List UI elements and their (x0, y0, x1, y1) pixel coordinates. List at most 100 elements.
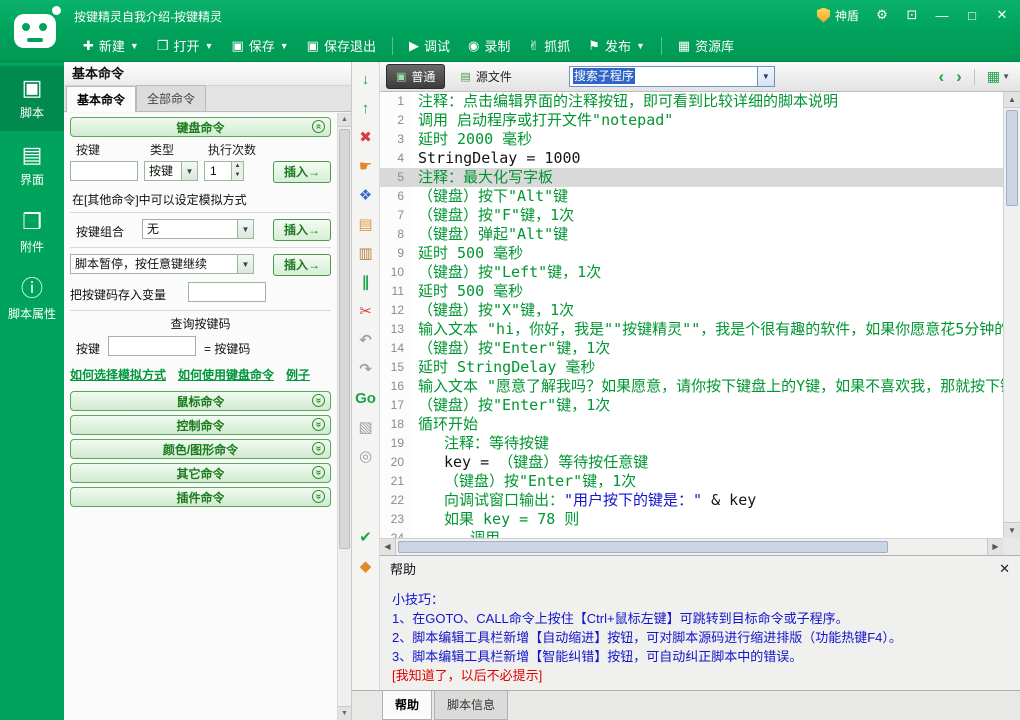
panel-scrollbar[interactable]: ▲ ▼ (337, 113, 351, 720)
code-line[interactable]: 11延时 500 毫秒 (380, 282, 1003, 301)
chevron-down-icon[interactable]: ▼ (757, 67, 774, 86)
help-dismiss-link[interactable]: [我知道了，以后不必提示] (392, 666, 1020, 685)
cut-icon[interactable]: ✂ (359, 302, 372, 322)
store-variable-input[interactable] (188, 282, 266, 302)
dropdown-caret-icon[interactable]: ▼ (205, 41, 214, 51)
maximize-button[interactable]: □ (962, 8, 982, 23)
toolbar-publish-button[interactable]: ⚑发布▼ (579, 32, 654, 59)
code-line[interactable]: 8（键盘）弹起"Alt"键 (380, 225, 1003, 244)
code-line[interactable]: 21（键盘）按"Enter"键，1次 (380, 472, 1003, 491)
spin-up-icon[interactable]: ▲ (232, 162, 243, 171)
panel-tab[interactable]: 基本命令 (66, 86, 136, 112)
scroll-thumb[interactable] (1006, 110, 1018, 206)
code-line[interactable]: 9延时 500 毫秒 (380, 244, 1003, 263)
expand-icon[interactable]: « (312, 418, 325, 431)
redo-icon[interactable]: ↷ (359, 360, 372, 380)
toolbar-library-button[interactable]: ▦资源库 (669, 32, 743, 59)
toolbar-debug-button[interactable]: ▶调试 (400, 32, 459, 59)
sidebar-item-script[interactable]: ▣脚本 (0, 66, 64, 131)
code-line[interactable]: 20key = （键盘）等待按任意键 (380, 453, 1003, 472)
comment-icon[interactable]: ∥ (362, 273, 370, 293)
scroll-down-icon[interactable]: ▼ (1004, 522, 1020, 538)
key-input[interactable] (70, 161, 138, 181)
panel-tab[interactable]: 全部命令 (136, 85, 206, 111)
code-line[interactable]: 1注释：点击编辑界面的注释按钮，即可看到比较详细的脚本说明 (380, 92, 1003, 111)
shield-badge[interactable]: 神盾 (817, 7, 859, 24)
code-line[interactable]: 4StringDelay = 1000 (380, 149, 1003, 168)
sidebar-item-interface[interactable]: ▤界面 (0, 133, 64, 198)
insert-combo-button[interactable]: 插入→ (273, 219, 331, 241)
section-header[interactable]: 控制命令« (70, 415, 331, 435)
paste-icon[interactable]: ▥ (358, 244, 372, 264)
spin-down-icon[interactable]: ▼ (232, 171, 243, 180)
search-value[interactable]: 搜索子程序 (573, 68, 635, 84)
dropdown-caret-icon[interactable]: ▼ (280, 41, 289, 51)
toolbar-save-button[interactable]: ▣保存▼ (222, 32, 297, 59)
move-down-icon[interactable]: ↓ (362, 70, 370, 90)
scroll-down-icon[interactable]: ▼ (338, 706, 351, 720)
section-header[interactable]: 鼠标命令« (70, 391, 331, 411)
code-line[interactable]: 5注释：最大化写字板 (380, 168, 1003, 187)
view-tab-source[interactable]: ▤源文件 (450, 64, 521, 89)
toolbar-capture-button[interactable]: ✌抓抓 (519, 32, 579, 59)
code-line[interactable]: 14（键盘）按"Enter"键，1次 (380, 339, 1003, 358)
insert-pause-button[interactable]: 插入→ (273, 254, 331, 276)
pause-select[interactable]: 脚本暂停，按任意键继续▼ (70, 254, 254, 274)
next-subroutine-icon[interactable]: › (956, 68, 962, 85)
scroll-up-icon[interactable]: ▲ (1004, 92, 1020, 108)
code-line[interactable]: 6（键盘）按下"Alt"键 (380, 187, 1003, 206)
toolbar-record-button[interactable]: ◉录制 (459, 32, 519, 59)
code-line[interactable]: 18循环开始 (380, 415, 1003, 434)
scroll-thumb[interactable] (339, 129, 350, 549)
expand-icon[interactable]: « (312, 466, 325, 479)
tips-icon[interactable]: ◆ (360, 557, 372, 577)
copy-icon[interactable]: ▤ (358, 215, 372, 235)
expand-icon[interactable]: « (312, 394, 325, 407)
horizontal-scrollbar[interactable]: ◀ ▶ (380, 538, 1003, 555)
bottom-tab-script-info[interactable]: 脚本信息 (434, 691, 508, 720)
code-line[interactable]: 19注释：等待按键 (380, 434, 1003, 453)
type-select[interactable]: 按键▼ (144, 161, 198, 181)
section-header-keyboard[interactable]: 键盘命令 « (70, 117, 331, 137)
help-link[interactable]: 例子 (286, 366, 310, 383)
section-header[interactable]: 其它命令« (70, 463, 331, 483)
close-icon[interactable]: ✕ (999, 561, 1010, 577)
pause-hand-icon[interactable]: ☛ (359, 157, 372, 177)
help-link[interactable]: 如何使用键盘命令 (178, 366, 274, 383)
count-stepper[interactable]: 1 ▲▼ (204, 161, 244, 181)
layout-grid-button[interactable]: ▦ ▼ (987, 68, 1010, 85)
subroutine-search-combobox[interactable]: 搜索子程序 ▼ (569, 66, 775, 87)
embed-window-icon[interactable]: ⊡ (902, 7, 922, 23)
code-line[interactable]: 12（键盘）按"X"键，1次 (380, 301, 1003, 320)
code-editor[interactable]: 1注释：点击编辑界面的注释按钮，即可看到比较详细的脚本说明2调用 启动程序或打开… (380, 92, 1003, 538)
combo-select[interactable]: 无▼ (142, 219, 254, 239)
collapse-icon[interactable]: « (312, 120, 325, 133)
bottom-tab-help[interactable]: 帮助 (382, 691, 432, 720)
scroll-right-icon[interactable]: ▶ (987, 539, 1003, 555)
code-line[interactable]: 2调用 启动程序或打开文件"notepad" (380, 111, 1003, 130)
marker-icon[interactable]: ❖ (359, 186, 372, 206)
toolbar-open-button[interactable]: ❒打开▼ (148, 32, 223, 59)
code-line[interactable]: 16输入文本 "愿意了解我吗？如果愿意，请你按下键盘上的Y键，如果不喜欢我，那就… (380, 377, 1003, 396)
view-tab-normal[interactable]: ▣普通 (386, 64, 445, 89)
find-icon[interactable]: ◎ (359, 447, 372, 467)
code-line[interactable]: 10（键盘）按"Left"键，1次 (380, 263, 1003, 282)
dropdown-caret-icon[interactable]: ▼ (130, 41, 139, 51)
code-line[interactable]: 7（键盘）按"F"键，1次 (380, 206, 1003, 225)
goto-icon[interactable]: Go (355, 389, 376, 409)
scroll-left-icon[interactable]: ◀ (380, 539, 396, 555)
toolbar-new-button[interactable]: ✚新建▼ (74, 32, 148, 59)
toolbar-save-exit-button[interactable]: ▣保存退出 (298, 32, 385, 59)
delete-line-icon[interactable]: ✖ (359, 128, 372, 148)
code-line[interactable]: 24调用 (380, 529, 1003, 538)
close-button[interactable]: ✕ (992, 7, 1012, 23)
expand-icon[interactable]: « (312, 490, 325, 503)
section-header[interactable]: 颜色/图形命令« (70, 439, 331, 459)
move-up-icon[interactable]: ↑ (362, 99, 370, 119)
code-line[interactable]: 13输入文本 "hi，你好，我是""按键精灵""，我是个很有趣的软件，如果你愿意… (380, 320, 1003, 339)
split-window-icon[interactable]: ▧ (358, 418, 372, 438)
prev-subroutine-icon[interactable]: ‹ (939, 68, 945, 85)
scroll-up-icon[interactable]: ▲ (338, 113, 351, 127)
code-line[interactable]: 17（键盘）按"Enter"键，1次 (380, 396, 1003, 415)
settings-gear-icon[interactable]: ⚙ (872, 7, 892, 23)
